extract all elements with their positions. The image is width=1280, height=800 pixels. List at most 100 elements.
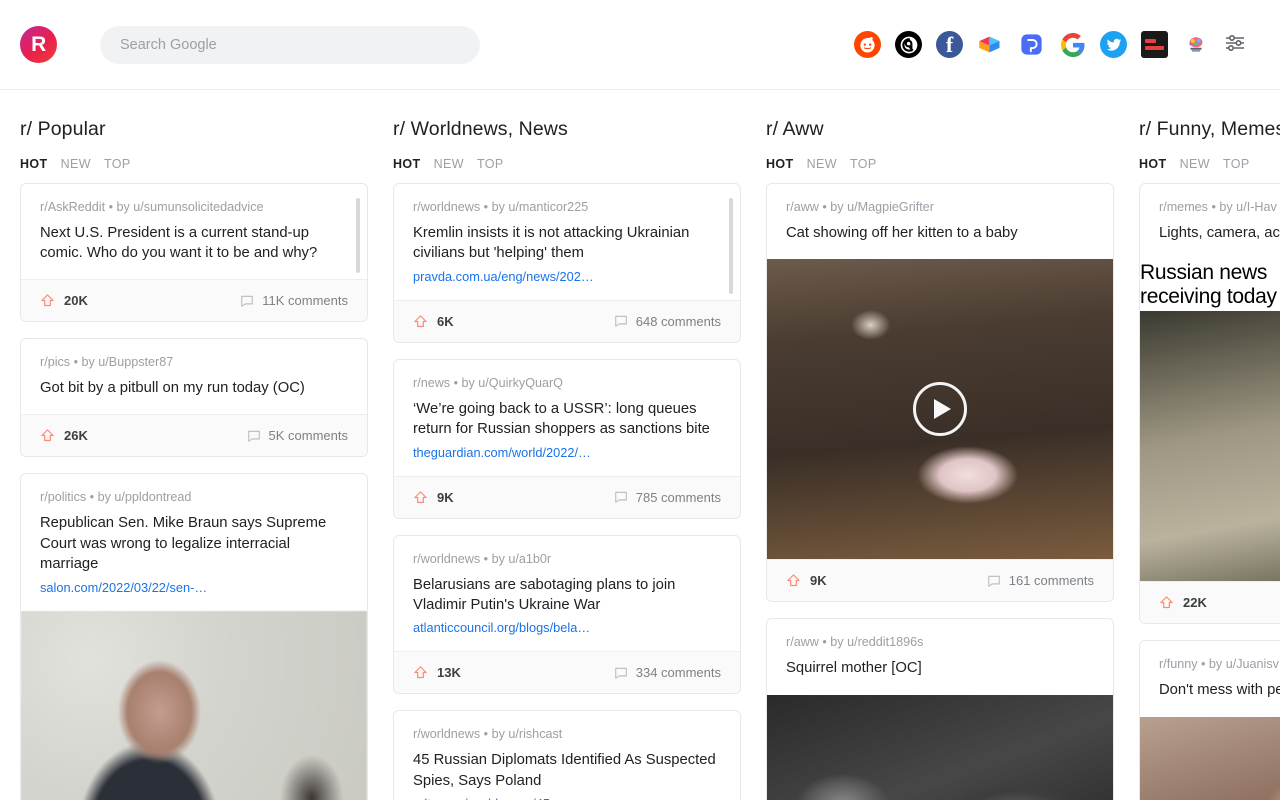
column-title: r/ Aww xyxy=(766,118,824,140)
post-link[interactable]: atlanticcouncil.org/blogs/bela… xyxy=(413,620,721,635)
post-card[interactable]: r/worldnews • by u/a1b0r Belarusians are… xyxy=(393,534,741,695)
post-link[interactable]: pravda.com.ua/eng/news/202… xyxy=(413,269,721,284)
sort-new[interactable]: NEW xyxy=(1180,157,1210,171)
post-title[interactable]: Next U.S. President is a current stand-u… xyxy=(40,223,348,264)
brain-icon[interactable] xyxy=(1182,31,1209,58)
upvote-group[interactable]: 26K xyxy=(40,428,88,443)
column-popular: r/ Popular HOT NEW TOP r/AskReddit • by … xyxy=(20,90,393,800)
post-body: r/funny • by u/Juanisv Don't mess with p… xyxy=(1140,641,1280,716)
post-image[interactable] xyxy=(21,610,367,800)
post-card[interactable]: r/politics • by u/ppldontread Republican… xyxy=(20,473,368,800)
post-card[interactable]: r/news • by u/QuirkyQuarQ ‘We’re going b… xyxy=(393,358,741,519)
post-title[interactable]: Cat showing off her kitten to a baby xyxy=(786,223,1094,243)
post-link[interactable]: salon.com/2022/03/22/sen-… xyxy=(40,580,348,595)
post-card[interactable]: r/aww • by u/MagpieGrifter Cat showing o… xyxy=(766,183,1114,603)
post-card[interactable]: r/memes • by u/I-Hav Lights, camera, ac … xyxy=(1139,183,1280,625)
twitter-icon[interactable] xyxy=(1100,31,1127,58)
comment-icon xyxy=(614,316,627,328)
column-title: r/ Funny, Memes, xyxy=(1139,118,1280,140)
post-link[interactable]: ndtv.com/world-news/45-rus… xyxy=(413,796,721,800)
upvote-icon xyxy=(414,490,427,503)
post-meta: r/aww • by u/MagpieGrifter xyxy=(786,200,934,214)
vote-count: 13K xyxy=(437,665,461,681)
column-worldnews: r/ Worldnews, News HOT NEW TOP r/worldne… xyxy=(393,90,766,800)
comments-group[interactable]: 5K comments xyxy=(247,428,348,443)
post-image[interactable] xyxy=(1140,716,1280,800)
sort-top[interactable]: TOP xyxy=(1223,157,1250,171)
post-title[interactable]: ‘We’re going back to a USSR’: long queue… xyxy=(413,399,721,440)
sort-hot[interactable]: HOT xyxy=(766,157,794,171)
colorful-app-icon[interactable] xyxy=(977,31,1004,58)
ninegag-icon[interactable] xyxy=(895,31,922,58)
google-icon[interactable] xyxy=(1059,31,1086,58)
upvote-group[interactable]: 9K xyxy=(413,490,454,505)
post-title[interactable]: Squirrel mother [OC] xyxy=(786,658,1094,678)
post-footer: 20K 11K comments xyxy=(21,279,367,321)
sort-bar: HOT NEW TOP xyxy=(1139,141,1280,183)
comment-icon xyxy=(247,430,260,442)
upvote-group[interactable]: 6K xyxy=(413,314,454,329)
dark-list-icon[interactable] xyxy=(1141,31,1168,58)
post-title[interactable]: Republican Sen. Mike Braun says Supreme … xyxy=(40,513,348,574)
upvote-group[interactable]: 20K xyxy=(40,293,88,308)
facebook-icon[interactable]: f xyxy=(936,31,963,58)
post-image[interactable] xyxy=(1140,311,1280,582)
post-title[interactable]: Don't mess with pe xyxy=(1159,680,1280,700)
post-footer: 9K 161 comments xyxy=(767,559,1113,602)
sort-hot[interactable]: HOT xyxy=(1139,157,1167,171)
upvote-group[interactable]: 22K xyxy=(1159,595,1207,610)
search-container xyxy=(100,25,480,64)
sort-top[interactable]: TOP xyxy=(850,157,877,171)
upvote-group[interactable]: 9K xyxy=(786,573,827,588)
upvote-icon xyxy=(414,666,427,679)
app-logo[interactable]: R xyxy=(20,26,57,63)
play-icon[interactable] xyxy=(913,382,967,437)
comment-count: 161 comments xyxy=(1008,573,1094,589)
post-body: r/news • by u/QuirkyQuarQ ‘We’re going b… xyxy=(394,360,740,476)
comments-group[interactable]: 785 comments xyxy=(614,490,721,505)
post-meta: r/worldnews • by u/manticor225 xyxy=(413,200,589,214)
comments-group[interactable]: 161 comments xyxy=(987,573,1094,588)
post-card[interactable]: r/funny • by u/Juanisv Don't mess with p… xyxy=(1139,640,1280,800)
post-card[interactable]: r/pics • by u/Buppster87 Got bit by a pi… xyxy=(20,338,368,458)
post-title[interactable]: Got bit by a pitbull on my run today (OC… xyxy=(40,378,348,398)
vote-count: 22K xyxy=(1183,595,1207,611)
sort-top[interactable]: TOP xyxy=(477,157,504,171)
sort-top[interactable]: TOP xyxy=(104,157,131,171)
sort-hot[interactable]: HOT xyxy=(20,157,48,171)
search-input[interactable] xyxy=(100,25,480,64)
blue-app-icon[interactable] xyxy=(1018,31,1045,58)
post-meta: r/worldnews • by u/rishcast xyxy=(413,727,563,742)
post-card[interactable]: r/worldnews • by u/manticor225 Kremlin i… xyxy=(393,183,741,343)
vote-count: 20K xyxy=(64,293,88,308)
upvote-icon xyxy=(414,315,427,327)
sort-hot[interactable]: HOT xyxy=(393,157,421,171)
comment-icon xyxy=(241,295,254,307)
post-link[interactable]: theguardian.com/world/2022/… xyxy=(413,445,721,460)
sort-new[interactable]: NEW xyxy=(61,157,91,171)
post-meta: r/pics • by u/Buppster87 xyxy=(40,355,174,369)
post-body: r/memes • by u/I-Hav Lights, camera, ac xyxy=(1140,184,1280,259)
vote-count: 6K xyxy=(437,313,454,329)
tune-settings-icon[interactable] xyxy=(1223,31,1250,58)
post-meta: r/funny • by u/Juanisv xyxy=(1159,657,1279,672)
post-title[interactable]: Kremlin insists it is not attacking Ukra… xyxy=(413,223,721,264)
comment-count: 11K comments xyxy=(262,293,348,308)
post-title[interactable]: 45 Russian Diplomats Identified As Suspe… xyxy=(413,750,721,791)
post-video[interactable] xyxy=(767,259,1113,560)
post-card[interactable]: r/aww • by u/reddit1896s Squirrel mother… xyxy=(766,618,1114,800)
post-title[interactable]: Belarusians are sabotaging plans to join… xyxy=(413,575,721,616)
post-title[interactable]: Lights, camera, ac xyxy=(1159,223,1280,243)
post-card[interactable]: r/AskReddit • by u/sumunsolicitedadvice … xyxy=(20,183,368,322)
post-image[interactable] xyxy=(767,694,1113,800)
comments-group[interactable]: 648 comments xyxy=(614,314,721,329)
upvote-group[interactable]: 13K xyxy=(413,665,461,680)
comments-group[interactable]: 11K comments xyxy=(240,293,348,308)
reddit-icon[interactable] xyxy=(854,31,881,58)
sort-new[interactable]: NEW xyxy=(434,157,464,171)
comment-count: 785 comments xyxy=(635,489,721,505)
comments-group[interactable]: 334 comments xyxy=(614,665,721,680)
sort-new[interactable]: NEW xyxy=(807,157,837,171)
post-card[interactable]: r/worldnews • by u/rishcast 45 Russian D… xyxy=(393,710,741,800)
comment-icon xyxy=(614,667,627,679)
